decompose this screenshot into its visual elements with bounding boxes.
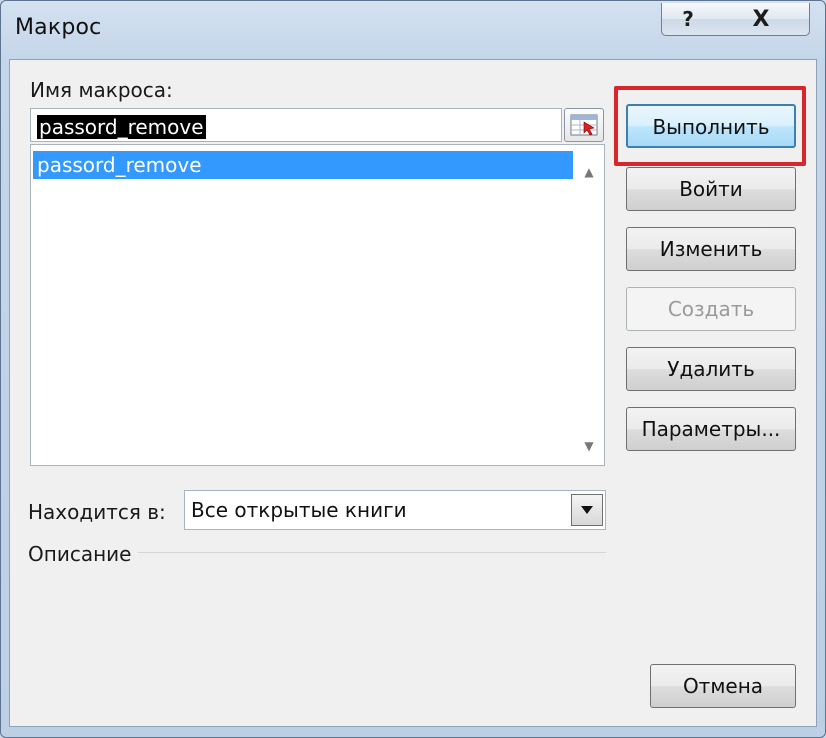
- range-select-icon: [570, 114, 598, 136]
- scroll-up-arrow-icon[interactable]: ▲: [579, 165, 599, 179]
- title-bar[interactable]: Макрос ? X: [1, 1, 825, 59]
- macro-name-value: passord_remove: [37, 115, 206, 139]
- collapse-dialog-button[interactable]: [564, 108, 604, 142]
- close-button[interactable]: X: [713, 3, 810, 36]
- macro-dialog: Макрос ? X Имя макроса: passord_remove p…: [0, 0, 826, 738]
- description-label: Описание: [28, 542, 132, 566]
- dialog-body: Имя макроса: passord_remove passord_remo…: [9, 59, 817, 727]
- options-button[interactable]: Параметры...: [626, 407, 796, 451]
- description-divider: [138, 552, 606, 553]
- edit-button[interactable]: Изменить: [626, 227, 796, 271]
- create-button: Создать: [626, 287, 796, 331]
- help-button[interactable]: ?: [661, 3, 715, 36]
- list-item[interactable]: passord_remove: [33, 151, 573, 179]
- cancel-button[interactable]: Отмена: [650, 664, 796, 708]
- chevron-down-icon: [581, 506, 593, 514]
- scroll-down-arrow-icon[interactable]: ▼: [579, 439, 599, 453]
- step-into-button[interactable]: Войти: [626, 167, 796, 211]
- location-label: Находится в:: [28, 500, 166, 524]
- dropdown-arrow-button[interactable]: [571, 494, 603, 526]
- location-value: Все открытые книги: [191, 498, 407, 522]
- macro-name-label: Имя макроса:: [30, 78, 173, 102]
- macro-name-input[interactable]: passord_remove: [30, 108, 562, 142]
- help-icon: ?: [682, 7, 694, 31]
- location-dropdown[interactable]: Все открытые книги: [184, 490, 606, 530]
- delete-button[interactable]: Удалить: [626, 347, 796, 391]
- dialog-title: Макрос: [15, 15, 102, 40]
- close-icon: X: [752, 6, 770, 32]
- run-button[interactable]: Выполнить: [626, 104, 796, 148]
- macro-list[interactable]: passord_remove ▲ ▼: [30, 144, 605, 466]
